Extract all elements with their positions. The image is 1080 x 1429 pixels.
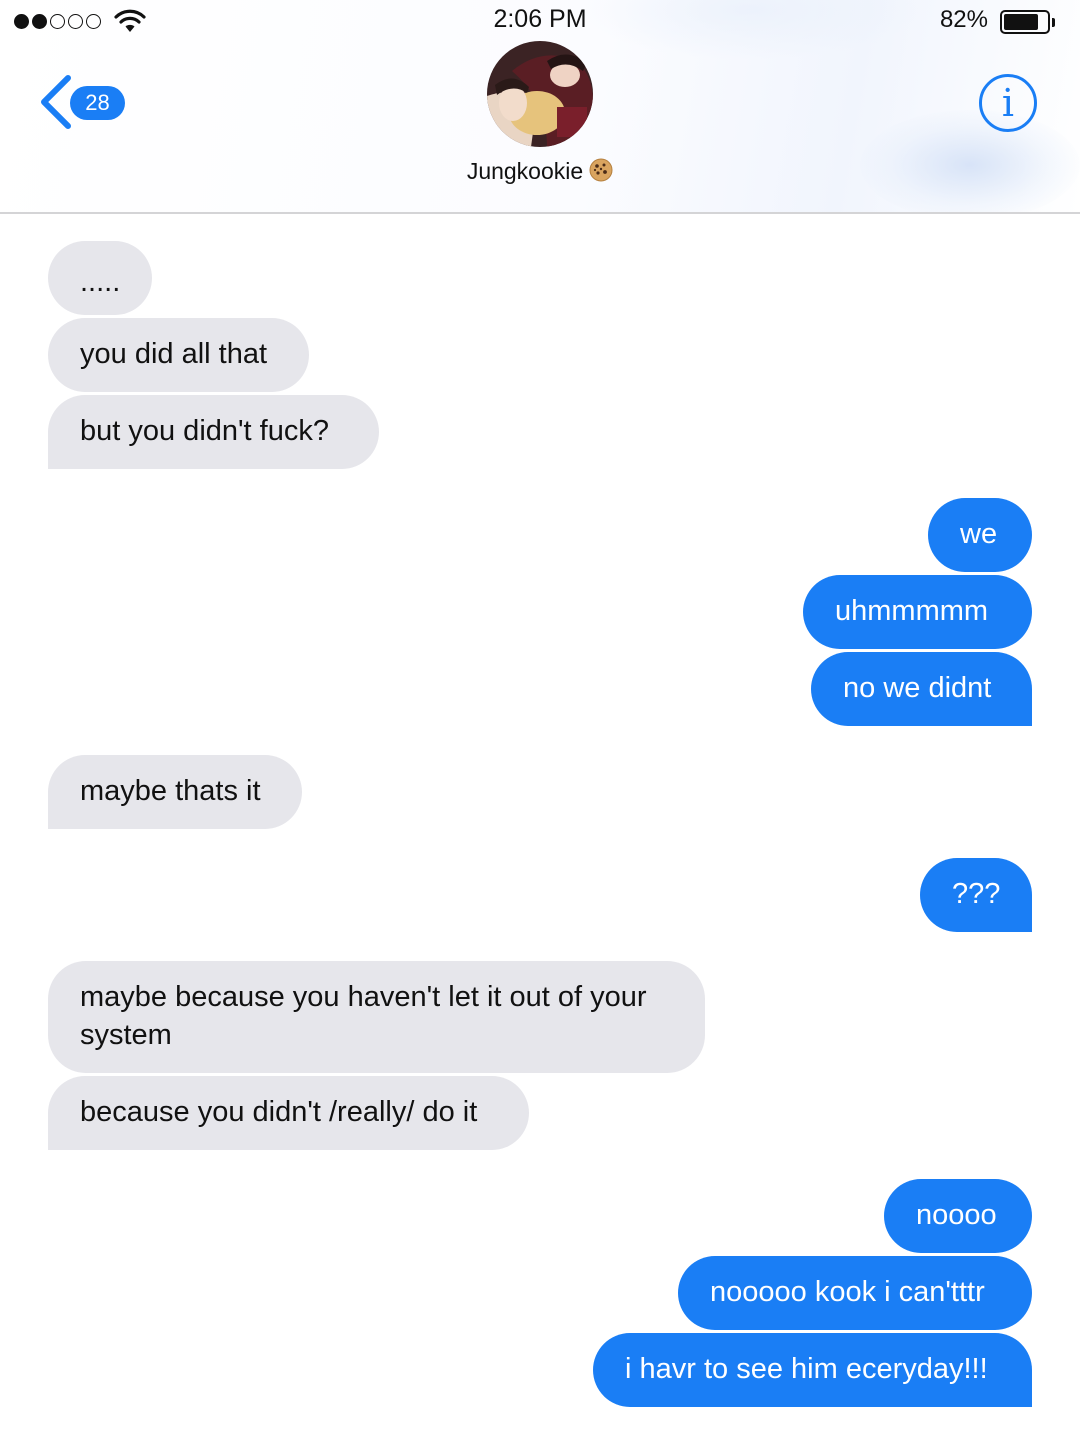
- contact-name-row[interactable]: Jungkookie: [0, 158, 1080, 185]
- outgoing-message-bubble[interactable]: nooooo kook i can'tttr: [678, 1256, 1032, 1330]
- contact-name: Jungkookie: [466, 158, 584, 184]
- incoming-message-bubble[interactable]: because you didn't /really/ do it: [48, 1076, 529, 1150]
- outgoing-message-bubble[interactable]: we: [928, 498, 1032, 572]
- chevron-left-icon: [41, 75, 71, 129]
- unread-count-badge: 28: [70, 86, 125, 120]
- incoming-message-bubble[interactable]: maybe thats it: [48, 755, 302, 829]
- status-time: 2:06 PM: [493, 5, 587, 33]
- incoming-message-bubble[interactable]: but you didn't fuck?: [48, 395, 379, 469]
- back-button[interactable]: 28: [34, 72, 134, 132]
- incoming-message-bubble[interactable]: you did all that: [48, 318, 309, 392]
- battery-icon: [1000, 10, 1055, 34]
- conversation-header: 2:06 PM 82% 28 Jungkookie i: [0, 0, 1080, 214]
- outgoing-message-bubble[interactable]: ???: [920, 858, 1032, 932]
- incoming-message-bubble[interactable]: maybe because you haven't let it out of …: [48, 961, 705, 1073]
- outgoing-message-bubble[interactable]: noooo: [884, 1179, 1032, 1253]
- incoming-message-bubble[interactable]: .....: [48, 241, 152, 315]
- info-button[interactable]: i: [979, 74, 1037, 132]
- battery-percentage: 82%: [939, 6, 988, 33]
- info-icon: i: [1001, 81, 1015, 125]
- outgoing-message-bubble[interactable]: no we didnt: [811, 652, 1032, 726]
- outgoing-message-bubble[interactable]: i havr to see him eceryday!!!: [593, 1333, 1032, 1407]
- outgoing-message-bubble[interactable]: uhmmmmm: [803, 575, 1032, 649]
- status-bar: 2:06 PM 82%: [0, 0, 1080, 44]
- contact-avatar[interactable]: [487, 41, 593, 147]
- cookie-icon: [589, 158, 613, 182]
